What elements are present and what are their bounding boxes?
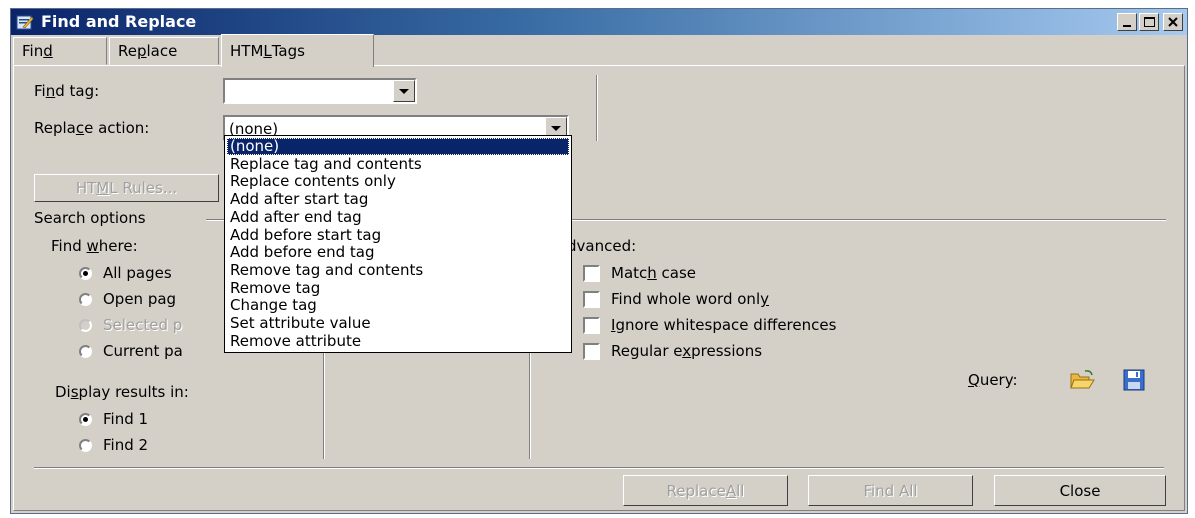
divider-left <box>323 349 325 459</box>
tab-replace-label-pre: Re <box>118 42 137 60</box>
tab-replace[interactable]: Re p lace <box>109 37 219 65</box>
chevron-down-icon <box>399 88 409 94</box>
radio-selected-pages-label: Selected p <box>103 316 183 334</box>
bottom-divider <box>34 467 1164 469</box>
radio-current-page[interactable] <box>79 345 92 358</box>
display-results-label: Display results in: <box>55 383 189 401</box>
find-and-replace-dialog: Find and Replace Fin d Re p lace HTM L Tags … <box>10 8 1188 514</box>
folder-open-icon[interactable] <box>1069 369 1095 395</box>
tab-panel <box>13 65 1185 511</box>
tab-replace-label-post: lace <box>146 42 178 60</box>
checkbox-regex-label: Regular expressions <box>611 342 763 360</box>
checkbox-match-case-label: Match case <box>611 264 697 282</box>
checkbox-ignore-whitespace[interactable] <box>583 317 600 334</box>
top-divider <box>596 75 598 141</box>
replace-action-dropdown-list: (none) Replace tag and contents Replace co… <box>224 135 572 353</box>
find-replace-app-icon <box>16 13 34 31</box>
checkbox-match-case[interactable] <box>583 265 600 282</box>
floppy-save-icon[interactable] <box>1123 369 1145 395</box>
find-tag-combo[interactable] <box>223 78 417 104</box>
radio-current-page-label: Current pa <box>103 342 183 360</box>
search-options-label: Search options <box>34 209 146 227</box>
radio-open-pages[interactable] <box>79 293 92 306</box>
find-tag-label: Find tag: <box>34 82 100 100</box>
dropdown-option[interactable]: (none) <box>227 138 569 155</box>
radio-find-1[interactable] <box>79 413 92 426</box>
window-title: Find and Replace <box>41 12 197 31</box>
advanced-label: dvanced: <box>567 237 637 255</box>
query-label: Query: <box>968 371 1018 389</box>
radio-find-2[interactable] <box>79 439 92 452</box>
minimize-button[interactable] <box>1117 13 1137 31</box>
tab-replace-accel: p <box>136 42 147 60</box>
tab-html-label-post: Tags <box>271 42 305 60</box>
replace-action-label: Replace action: <box>34 119 150 137</box>
dropdown-option[interactable]: Add before end tag <box>227 244 569 261</box>
dropdown-option[interactable]: Add after start tag <box>227 191 569 208</box>
minimize-icon <box>1123 24 1131 27</box>
find-where-label: Find where: <box>51 237 138 255</box>
html-rules-button[interactable]: HT M L Rules... <box>34 174 219 202</box>
dropdown-option[interactable]: Remove attribute <box>227 332 569 350</box>
radio-all-pages[interactable] <box>79 267 92 280</box>
dropdown-option[interactable]: Replace tag and contents <box>227 155 569 173</box>
checkbox-whole-word-label: Find whole word only <box>611 290 769 308</box>
chevron-down-icon <box>551 125 561 131</box>
maximize-button[interactable] <box>1139 13 1159 31</box>
find-all-button[interactable]: Find All <box>808 475 973 506</box>
dropdown-option[interactable]: Add after end tag <box>227 208 569 226</box>
radio-open-pages-label: Open pag <box>103 290 177 308</box>
tab-find-accel: d <box>43 42 53 60</box>
dropdown-option[interactable]: Remove tag <box>227 279 569 297</box>
checkbox-regex[interactable] <box>583 343 600 360</box>
tab-find-label: Fin <box>22 42 44 60</box>
dropdown-option[interactable]: Remove tag and contents <box>227 261 569 279</box>
tab-html-accel: L <box>263 42 272 60</box>
tab-html-tags[interactable]: HTM L Tags <box>221 34 374 67</box>
close-icon <box>1168 17 1178 27</box>
dropdown-option[interactable]: Set attribute value <box>227 315 569 332</box>
dropdown-option[interactable]: Replace contents only <box>227 173 569 190</box>
replace-all-button[interactable]: Replace All <box>623 475 788 506</box>
title-bar[interactable]: Find and Replace <box>11 9 1187 35</box>
radio-selected-pages[interactable] <box>79 319 92 332</box>
find-tag-dropdown-button[interactable] <box>393 80 415 102</box>
checkbox-ignore-whitespace-label: Ignore whitespace differences <box>611 316 837 334</box>
close-button[interactable]: Close <box>994 475 1166 506</box>
maximize-icon <box>1143 17 1155 27</box>
tab-html-label-pre: HTM <box>230 42 264 60</box>
close-window-button[interactable] <box>1163 13 1183 31</box>
radio-all-pages-label: All pages <box>103 264 172 282</box>
radio-find-2-label: Find 2 <box>103 436 149 454</box>
tab-find[interactable]: Fin d <box>13 37 107 65</box>
checkbox-whole-word[interactable] <box>583 291 600 308</box>
dropdown-option[interactable]: Add before start tag <box>227 226 569 244</box>
dropdown-option[interactable]: Change tag <box>227 297 569 314</box>
radio-find-1-label: Find 1 <box>103 410 149 428</box>
